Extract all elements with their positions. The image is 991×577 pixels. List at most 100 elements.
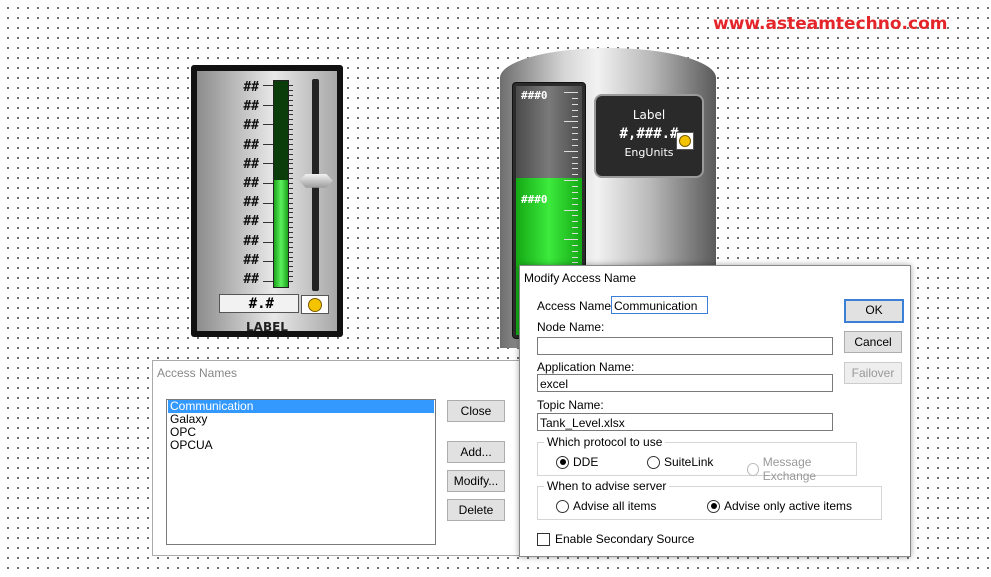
slider-face: ## ## ## ## ## ## ## ## ## ## ## #.# LAB… — [197, 71, 337, 334]
tank-tick — [564, 209, 578, 211]
application-name-label: Application Name: — [537, 360, 635, 374]
tank-tick — [572, 174, 578, 176]
protocol-group: Which protocol to use DDE SuiteLink Mess… — [537, 435, 857, 483]
scale-label: ## — [243, 80, 259, 95]
radio-label: Message Exchange — [762, 455, 817, 483]
tank-tick — [572, 233, 578, 234]
radio-indicator — [747, 462, 759, 476]
advise-group-title: When to advise server — [544, 479, 670, 493]
scale-label: ## — [243, 99, 259, 115]
radio-indicator — [556, 499, 569, 513]
advise-group: When to advise server Advise all items A… — [537, 479, 882, 520]
tank-tick — [572, 186, 578, 187]
tank-scale-top: ###0 — [521, 89, 548, 102]
slider-widget: ## ## ## ## ## ## ## ## ## ## ## #.# LAB… — [191, 65, 343, 337]
scale-label: ## — [243, 214, 259, 230]
modify-access-name-dialog: Modify Access Name Access Name: Communic… — [519, 265, 911, 557]
tank-tick — [572, 139, 578, 140]
tank-tick — [564, 121, 578, 123]
tank-tick — [564, 92, 578, 93]
slider-level-fill — [274, 179, 288, 287]
tank-tick — [564, 180, 578, 182]
slider-scale-labels: ## ## ## ## ## ## ## ## ## ## ## — [235, 80, 259, 291]
tank-tick — [572, 256, 578, 258]
tank-panel-label: Label — [632, 108, 666, 122]
list-item[interactable]: OPCUA — [168, 439, 434, 452]
tank-tick — [572, 203, 578, 205]
radio-label: Advise only active items — [724, 499, 853, 513]
modify-button[interactable]: Modify... — [447, 470, 505, 492]
tank-warning-icon — [676, 132, 694, 150]
slider-value-display: #.# — [219, 294, 299, 313]
add-button[interactable]: Add... — [447, 441, 505, 463]
radio-message-exchange: Message Exchange — [747, 455, 856, 483]
radio-label: DDE — [573, 455, 599, 469]
list-item[interactable]: Communication — [168, 400, 434, 413]
scale-label: ## — [243, 156, 259, 172]
tank-scale-mid: ###0 — [521, 193, 548, 206]
checkbox-box — [537, 532, 550, 546]
enable-secondary-source-checkbox[interactable]: Enable Secondary Source — [537, 532, 694, 546]
tank-tick — [572, 162, 578, 164]
slider-label: LABEL — [246, 320, 288, 334]
slider-thumb[interactable] — [299, 173, 333, 188]
access-names-dialog: Access Names Communication Galaxy OPC OP… — [152, 360, 524, 556]
tank-tick — [572, 97, 578, 99]
radio-dde[interactable]: DDE — [556, 455, 598, 469]
tank-tick — [572, 127, 578, 129]
radio-indicator — [647, 455, 660, 469]
tank-tick — [572, 244, 578, 246]
tank-value-panel: Label #,###.# EngUnits — [594, 94, 704, 178]
tank-tick — [572, 227, 578, 229]
radio-advise-all[interactable]: Advise all items — [556, 499, 656, 513]
tank-tick — [572, 156, 578, 158]
radio-label: SuiteLink — [664, 455, 714, 469]
topic-name-input[interactable]: Tank_Level.xlsx — [537, 413, 833, 431]
access-name-input[interactable]: Communication — [611, 296, 708, 314]
watermark-text: www.asteamtechno.com — [713, 14, 948, 34]
access-names-title: Access Names — [157, 366, 238, 380]
tank-tick — [564, 150, 578, 152]
tank-tick — [572, 197, 578, 199]
tank-tick — [572, 168, 578, 170]
tank-tick — [572, 109, 578, 111]
cancel-button[interactable]: Cancel — [844, 331, 902, 353]
radio-advise-active[interactable]: Advise only active items — [707, 499, 852, 513]
delete-button[interactable]: Delete — [447, 499, 505, 521]
tank-tick — [572, 250, 578, 252]
modify-dialog-title: Modify Access Name — [524, 271, 637, 285]
slider-level-bar — [273, 80, 289, 288]
scale-label: ## — [243, 137, 259, 153]
scale-label: ## — [243, 195, 259, 211]
tank-tick — [572, 262, 578, 264]
node-name-label: Node Name: — [537, 320, 605, 334]
scale-label: ## — [243, 118, 259, 134]
topic-name-label: Topic Name: — [537, 398, 604, 412]
radio-indicator — [556, 455, 569, 469]
tank-tick — [572, 191, 578, 193]
ok-button[interactable]: OK — [844, 299, 904, 323]
tank-tick — [572, 133, 578, 135]
checkbox-label: Enable Secondary Source — [555, 532, 695, 546]
access-names-list[interactable]: Communication Galaxy OPC OPCUA — [166, 399, 436, 545]
tank-tick — [572, 215, 578, 217]
tank-tick — [572, 103, 578, 105]
access-name-label: Access Name: — [537, 299, 615, 313]
slider-warning-icon — [301, 295, 329, 314]
radio-indicator — [707, 499, 720, 513]
tank-tick — [572, 144, 578, 146]
application-name-input[interactable]: excel — [537, 374, 833, 392]
close-button[interactable]: Close — [447, 400, 505, 422]
scale-label: ## — [243, 271, 259, 287]
radio-label: Advise all items — [573, 499, 657, 513]
list-item[interactable]: Galaxy — [168, 413, 434, 426]
tank-tick — [572, 221, 578, 223]
tank-tick — [572, 115, 578, 117]
tank-tick — [564, 238, 578, 240]
scale-label: ## — [243, 233, 259, 249]
protocol-group-title: Which protocol to use — [544, 435, 666, 449]
scale-label: ## — [243, 252, 259, 268]
scale-label: ## — [243, 175, 259, 191]
radio-suitelink[interactable]: SuiteLink — [647, 455, 713, 469]
node-name-input[interactable] — [537, 337, 833, 355]
